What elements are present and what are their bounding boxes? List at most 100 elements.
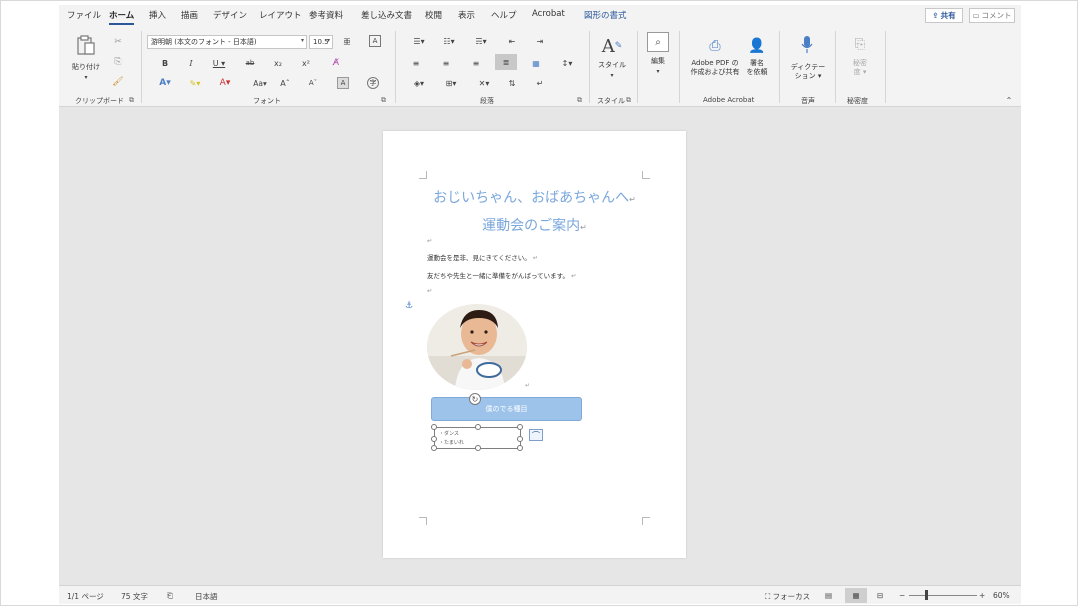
sort-icon[interactable]: ⇅ (505, 77, 519, 89)
editing-button[interactable]: 編集 (643, 57, 673, 66)
document-page[interactable]: おじいちゃん、おばあちゃんへ↵ 運動会のご案内↵ ↵ 運動会を是非、見にきてくだ… (383, 131, 686, 558)
share-button[interactable]: ⇪ 共有 (925, 8, 963, 23)
font-color-icon[interactable]: A▾ (215, 77, 235, 89)
text-effects-icon[interactable]: A▾ (155, 77, 175, 89)
bold-icon[interactable]: B (159, 57, 171, 69)
shrink-font-icon[interactable]: Aˇ (307, 77, 319, 89)
tab-5[interactable]: レイアウト (259, 9, 302, 21)
align-right-icon[interactable]: ≡ (469, 57, 483, 69)
focus-mode-button[interactable]: ⛶ フォーカス (765, 591, 810, 602)
styles-launcher-icon[interactable]: ⧉ (626, 96, 631, 105)
borders-icon[interactable]: ⊞▾ (441, 77, 461, 89)
tab-10[interactable]: ヘルプ (491, 9, 517, 21)
web-layout-icon[interactable]: ⊟ (877, 591, 883, 600)
align-center-icon[interactable]: ≡ (439, 57, 453, 69)
subscript-icon[interactable]: x₂ (271, 57, 285, 69)
font-name-combo[interactable]: 游明朝 (本文のフォント - 日本語) ▾ (147, 35, 307, 49)
bullets-icon[interactable]: ☰▾ (409, 35, 429, 47)
tab-12[interactable]: 図形の書式 (584, 9, 627, 21)
microphone-icon[interactable] (799, 33, 815, 57)
resize-handle[interactable] (517, 445, 523, 451)
increase-indent-icon[interactable]: ⇥ (533, 35, 547, 47)
distributed-icon[interactable]: ▦ (529, 57, 543, 69)
phonetic-guide-icon[interactable]: 亜 (341, 35, 353, 49)
grow-font-icon[interactable]: Aˆ (279, 77, 291, 89)
show-marks-icon[interactable]: ↵ (533, 77, 547, 89)
tab-1[interactable]: ホーム (109, 9, 135, 25)
resize-handle[interactable] (475, 424, 481, 430)
zoom-out-icon[interactable]: − (899, 591, 905, 600)
font-launcher-icon[interactable]: ⧉ (381, 96, 386, 105)
tab-4[interactable]: デザイン (213, 9, 247, 21)
layout-options-icon[interactable]: ⌒ (529, 429, 543, 441)
styles-icon[interactable]: A ✎ (601, 35, 623, 57)
events-banner-shape[interactable]: 僕のでる種目 (431, 397, 582, 421)
resize-handle[interactable] (431, 424, 437, 430)
paste-dropdown-icon[interactable]: ▾ (81, 73, 91, 81)
asian-layout-icon[interactable]: ✕▾ (473, 77, 495, 89)
zoom-level[interactable]: 60% (993, 591, 1010, 600)
zoom-slider-thumb[interactable] (925, 590, 928, 600)
resize-handle[interactable] (431, 445, 437, 451)
styles-dropdown-icon[interactable]: ▾ (607, 71, 617, 79)
char-shading-icon[interactable]: A (337, 77, 349, 89)
editing-dropdown-icon[interactable]: ▾ (653, 67, 663, 75)
paragraph-launcher-icon[interactable]: ⧉ (577, 96, 582, 105)
find-icon[interactable]: ⌕ (647, 32, 669, 52)
document-title-line-1[interactable]: おじいちゃん、おばあちゃんへ↵ (383, 187, 686, 207)
shading-icon[interactable]: ◈▾ (409, 77, 429, 89)
tab-2[interactable]: 挿入 (149, 9, 166, 21)
tab-0[interactable]: ファイル (67, 9, 101, 21)
document-body-line-2[interactable]: 友だちや先生と一緒に準備をがんばっています。 ↵ (427, 270, 577, 280)
tab-8[interactable]: 校閲 (425, 9, 442, 21)
cut-icon[interactable]: ✂ (111, 35, 125, 49)
sensitivity-icon[interactable]: ⎘ (851, 33, 869, 55)
document-title-line-2[interactable]: 運動会のご案内↵ (383, 215, 686, 235)
language-indicator[interactable]: 日本語 (195, 591, 218, 602)
zoom-slider-track[interactable] (909, 595, 977, 596)
clear-format-icon[interactable]: A̸ (329, 57, 343, 69)
tab-11[interactable]: Acrobat (532, 9, 565, 19)
rotate-handle-icon[interactable]: ↻ (469, 393, 481, 405)
proofing-icon[interactable]: ⎗ (167, 591, 173, 601)
resize-handle[interactable] (517, 424, 523, 430)
dictate-button[interactable]: ディクテー ション ▾ (787, 63, 829, 81)
request-signature-button[interactable]: 署名 を依頼 (741, 59, 773, 77)
read-mode-icon[interactable]: ▤ (825, 591, 832, 600)
format-painter-icon[interactable]: 🖌 (111, 75, 125, 89)
resize-handle[interactable] (475, 445, 481, 451)
paste-button[interactable]: 貼り付け (67, 63, 105, 72)
font-size-combo[interactable]: 10.5 ▾ (309, 35, 333, 49)
enclose-char-icon[interactable]: 字 (367, 77, 379, 89)
create-pdf-icon[interactable]: ⎙ (705, 35, 725, 57)
resize-handle[interactable] (431, 436, 437, 442)
strikethrough-icon[interactable]: ab (243, 57, 257, 69)
comment-button[interactable]: ▭ コメント (969, 8, 1015, 23)
highlight-icon[interactable]: ✎▾ (185, 77, 205, 89)
italic-icon[interactable]: I (185, 57, 197, 69)
align-left-icon[interactable]: ≡ (409, 57, 423, 69)
create-pdf-button[interactable]: Adobe PDF の 作成および共有 (685, 59, 745, 77)
tab-3[interactable]: 描画 (181, 9, 198, 21)
copy-icon[interactable]: ⎘ (111, 55, 125, 69)
events-textbox[interactable]: ・ダンス ・たまいれ (431, 424, 523, 451)
sensitivity-button[interactable]: 秘密 度 ▾ (845, 59, 875, 77)
tab-6[interactable]: 参考資料 (309, 9, 343, 21)
tab-9[interactable]: 表示 (458, 9, 475, 21)
word-count[interactable]: 75 文字 (121, 591, 148, 602)
zoom-in-icon[interactable]: + (979, 591, 985, 600)
decrease-indent-icon[interactable]: ⇤ (505, 35, 519, 47)
numbering-icon[interactable]: ☷▾ (439, 35, 459, 47)
page-count[interactable]: 1/1 ページ (67, 591, 104, 602)
char-border-icon[interactable]: A (369, 35, 381, 47)
child-photo[interactable] (427, 304, 527, 390)
styles-button[interactable]: スタイル (597, 61, 627, 70)
line-spacing-icon[interactable]: ↕▾ (557, 57, 577, 69)
print-layout-icon[interactable]: ▦ (845, 588, 867, 603)
document-body-line-1[interactable]: 運動会を是非、見にきてください。 ↵ (427, 252, 538, 262)
superscript-icon[interactable]: x² (299, 57, 313, 69)
collapse-ribbon-icon[interactable]: ⌃ (1003, 95, 1015, 105)
change-case-icon[interactable]: Aa▾ (249, 77, 271, 89)
request-signature-icon[interactable]: 👤 (747, 35, 767, 57)
multilevel-list-icon[interactable]: ☴▾ (471, 35, 491, 47)
